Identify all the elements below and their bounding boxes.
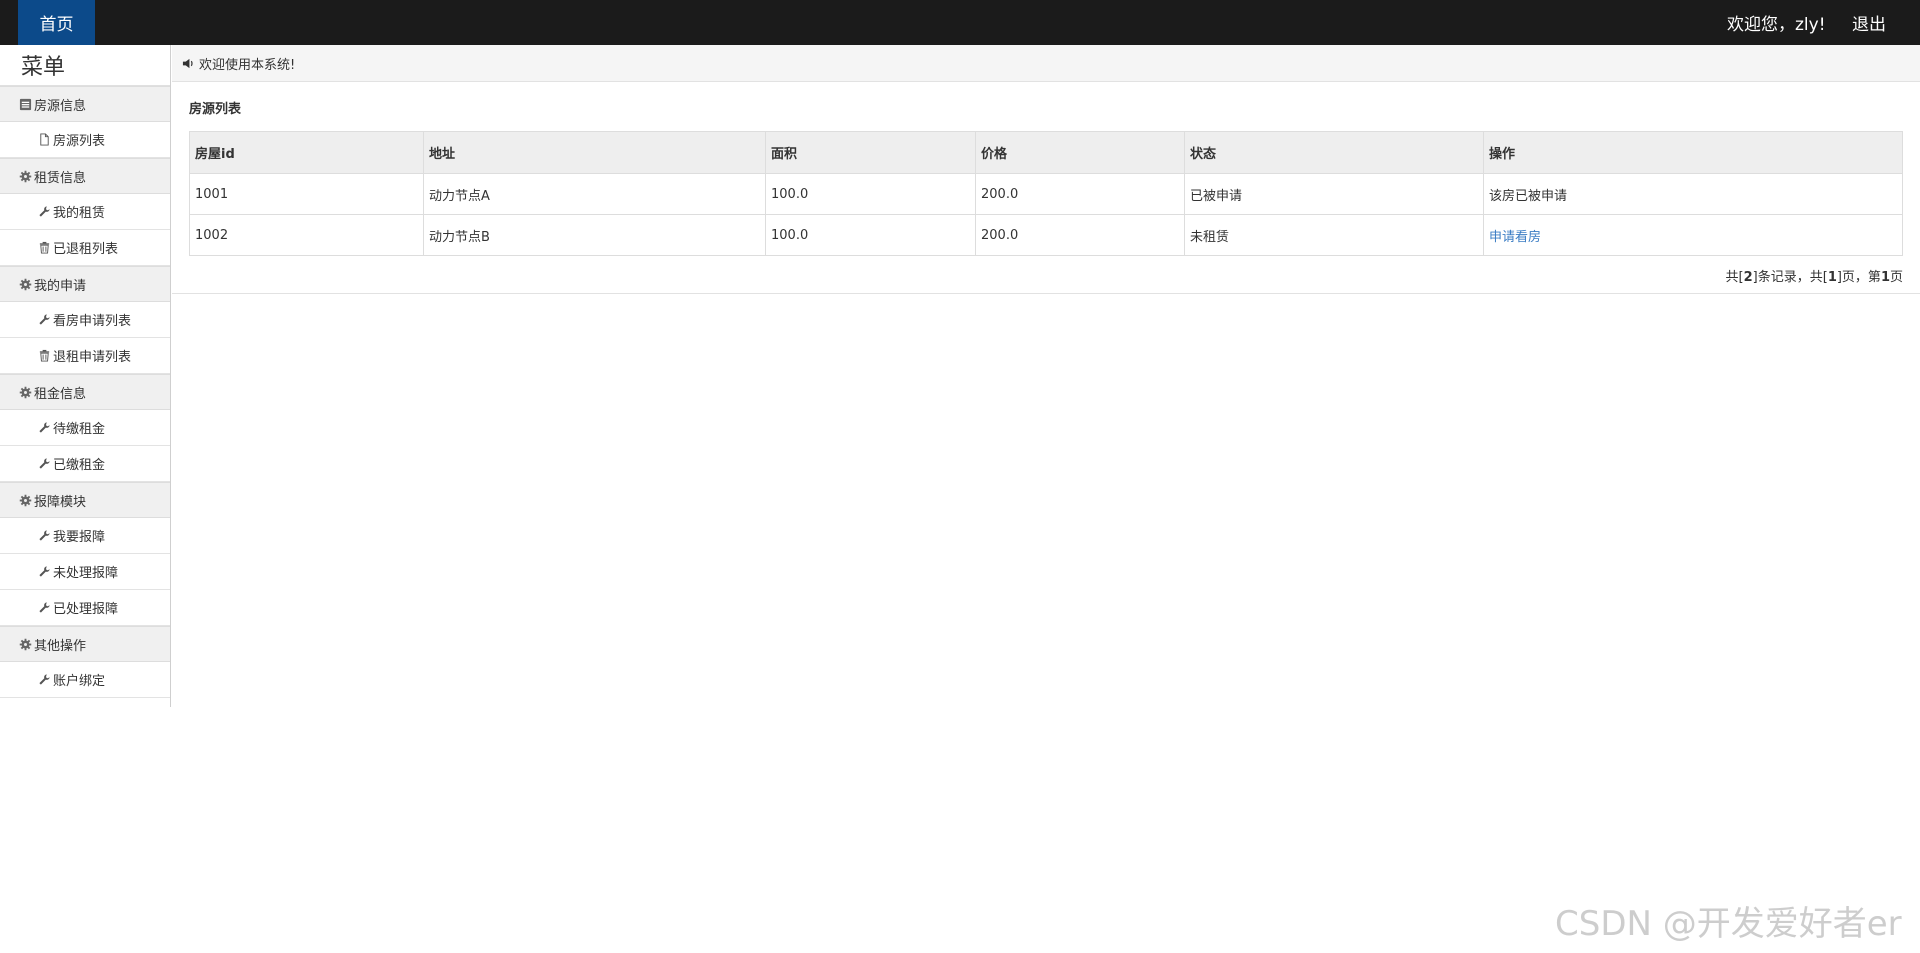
menu-group-label: 租金信息 — [34, 386, 87, 402]
pager-prefix: 共[ — [1725, 270, 1744, 285]
menu-item-label: 退租申请列表 — [53, 350, 132, 365]
gear-icon — [18, 637, 32, 651]
cell-id: 1001 — [189, 173, 424, 215]
logout-link[interactable]: 退出 — [1852, 0, 1886, 45]
sidebar-menu-item[interactable]: 账户绑定 — [0, 662, 170, 698]
menu-group-label: 其他操作 — [34, 638, 87, 654]
menu-group-header[interactable]: 租金信息 — [0, 374, 170, 410]
table-header-row: 房屋id 地址 面积 价格 状态 操作 — [189, 131, 1903, 174]
wrench-icon — [37, 529, 51, 543]
sidebar-menu-item[interactable]: 我的租赁 — [0, 194, 170, 230]
sidebar-menu-item[interactable]: 房源列表 — [0, 122, 170, 158]
welcome-text: 欢迎您，zly! — [1727, 15, 1826, 35]
notice-bar: 欢迎使用本系统! — [172, 45, 1920, 82]
wrench-icon — [37, 457, 51, 471]
gear-icon — [18, 493, 32, 507]
column-header-area: 面积 — [765, 131, 976, 174]
top-navbar: 首页 欢迎您，zly! 退出 — [0, 0, 1920, 45]
sidebar-menu-item[interactable]: 我要报障 — [0, 518, 170, 554]
column-header-address: 地址 — [423, 131, 766, 174]
menu-title: 菜单 — [0, 45, 170, 86]
table-row: 1001 动力节点A 100.0 200.0 已被申请 该房已被申请 — [189, 173, 1903, 215]
menu-item-label: 已退租列表 — [53, 242, 119, 257]
cell-address: 动力节点B — [423, 214, 766, 256]
menu-item-label: 未处理报障 — [53, 566, 119, 581]
cell-address: 动力节点A — [423, 173, 766, 215]
menu-item-label: 已处理报障 — [53, 602, 119, 617]
cell-area: 100.0 — [765, 214, 976, 256]
sidebar-menu-item[interactable]: 退租申请列表 — [0, 338, 170, 374]
menu-group-header[interactable]: 房源信息 — [0, 86, 170, 122]
column-header-id: 房屋id — [189, 131, 424, 174]
table-row: 1002 动力节点B 100.0 200.0 未租赁 申请看房 — [189, 214, 1903, 256]
menu-group-header[interactable]: 租赁信息 — [0, 158, 170, 194]
list-icon — [18, 97, 32, 111]
main-content: 房源列表 房屋id 地址 面积 价格 状态 操作 1001 动力节点A 100.… — [172, 82, 1920, 294]
gear-icon — [18, 385, 32, 399]
cell-area: 100.0 — [765, 173, 976, 215]
menu-item-label: 已缴租金 — [53, 458, 106, 473]
gear-icon — [18, 277, 32, 291]
watermark: CSDN @开发爱好者er — [1555, 904, 1902, 944]
wrench-icon — [37, 601, 51, 615]
menu-group-label: 租赁信息 — [34, 170, 87, 186]
volume-icon — [181, 56, 195, 70]
column-header-action: 操作 — [1483, 131, 1903, 174]
notice-text: 欢迎使用本系统! — [199, 57, 296, 73]
menu-group-header[interactable]: 我的申请 — [0, 266, 170, 302]
sidebar-menu: 菜单 房源信息房源列表租赁信息我的租赁已退租列表我的申请看房申请列表 退租申请列表… — [0, 45, 171, 707]
apply-viewing-link[interactable]: 申请看房 — [1489, 230, 1541, 245]
menu-group-label: 我的申请 — [34, 278, 87, 294]
sidebar-menu-item[interactable]: 已处理报障 — [0, 590, 170, 626]
home-tab[interactable]: 首页 — [18, 0, 95, 45]
menu-item-label: 账户绑定 — [53, 674, 106, 689]
menu-item-label: 房源列表 — [53, 134, 106, 149]
house-list-table: 房屋id 地址 面积 价格 状态 操作 1001 动力节点A 100.0 200… — [189, 131, 1903, 256]
menu-item-label: 待缴租金 — [53, 422, 106, 437]
cell-status: 未租赁 — [1184, 214, 1484, 256]
menu-group-header[interactable]: 报障模块 — [0, 482, 170, 518]
menu-item-label: 看房申请列表 — [53, 314, 132, 329]
cell-price: 200.0 — [975, 173, 1185, 215]
sidebar-menu-item[interactable]: 未处理报障 — [0, 554, 170, 590]
cell-id: 1002 — [189, 214, 424, 256]
cell-price: 200.0 — [975, 214, 1185, 256]
sidebar-menu-item[interactable]: 已缴租金 — [0, 446, 170, 482]
sidebar-menu-item[interactable]: 看房申请列表 — [0, 302, 170, 338]
sidebar-menu-item[interactable]: 已退租列表 — [0, 230, 170, 266]
wrench-icon — [37, 205, 51, 219]
pager-mid1: ]条记录，共[ — [1752, 270, 1828, 285]
pager-total-pages: 1 — [1827, 270, 1837, 285]
pager-current-page: 1 — [1880, 270, 1890, 285]
column-header-price: 价格 — [975, 131, 1185, 174]
wrench-icon — [37, 421, 51, 435]
gear-icon — [18, 169, 32, 183]
menu-group-label: 房源信息 — [34, 98, 87, 114]
menu-item-label: 我要报障 — [53, 530, 106, 545]
sidebar-menu-item[interactable]: 待缴租金 — [0, 410, 170, 446]
wrench-icon — [37, 313, 51, 327]
file-icon — [37, 133, 51, 147]
pager-suffix: 页 — [1889, 270, 1903, 285]
pager-mid2: ]页，第 — [1836, 270, 1881, 285]
pager-total-records: 2 — [1743, 270, 1753, 285]
cell-status: 已被申请 — [1184, 173, 1484, 215]
wrench-icon — [37, 565, 51, 579]
trash-icon — [37, 349, 51, 363]
menu-group-label: 报障模块 — [34, 494, 87, 510]
trash-icon — [37, 241, 51, 255]
column-header-status: 状态 — [1184, 131, 1484, 174]
cell-action-text: 该房已被申请 — [1483, 173, 1903, 215]
cell-action: 申请看房 — [1483, 214, 1903, 256]
wrench-icon — [37, 673, 51, 687]
section-title: 房源列表 — [189, 102, 242, 117]
menu-item-label: 我的租赁 — [53, 206, 106, 221]
pagination-info: 共[2]条记录，共[1]页，第1页 — [1726, 266, 1903, 285]
menu-group-header[interactable]: 其他操作 — [0, 626, 170, 662]
